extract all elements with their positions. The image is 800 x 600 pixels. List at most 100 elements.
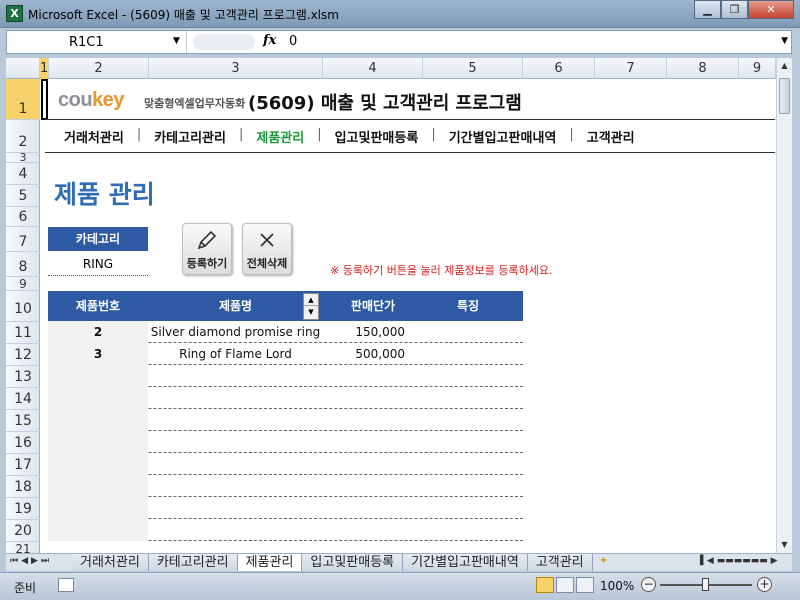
sort-spinner[interactable]: ▲ ▼ [303,293,319,320]
table-row[interactable] [48,453,523,475]
scroll-thumb[interactable] [779,78,790,114]
cell-product-name[interactable] [148,497,323,519]
macro-record-icon[interactable] [58,578,74,592]
formula-input[interactable]: 0 [289,34,297,49]
cell-product-name[interactable]: Silver diamond promise ring [148,321,323,343]
row-header[interactable]: 20 [6,520,40,542]
cell-feature[interactable] [413,453,523,475]
row-header[interactable]: 1 [6,79,40,120]
zoom-out-icon[interactable]: − [641,577,656,592]
table-row[interactable] [48,365,523,387]
column-header[interactable]: 9 [739,58,776,79]
chevron-down-icon[interactable]: ▼ [173,36,180,46]
row-header[interactable]: 17 [6,454,40,476]
select-all-corner[interactable] [6,58,40,79]
table-row[interactable]: 3 Ring of Flame Lord 500,000 [48,343,523,365]
page-layout-view-icon[interactable] [556,577,574,593]
scroll-up-icon[interactable]: ▲ [777,58,792,74]
cell-feature[interactable] [413,431,523,453]
sheet-tab-categories[interactable]: 카테고리관리 [148,554,238,571]
row-header[interactable]: 5 [6,185,40,207]
cell-feature[interactable] [413,365,523,387]
scroll-down-icon[interactable]: ▼ [777,537,792,553]
cell-feature[interactable] [413,475,523,497]
cell-product-name[interactable] [148,365,323,387]
active-cell[interactable] [41,79,48,120]
column-header[interactable]: 4 [323,58,423,79]
cell-unit-price[interactable]: 500,000 [323,343,413,365]
table-row[interactable] [48,431,523,453]
row-header[interactable]: 6 [6,207,40,227]
cell-product-no[interactable] [48,453,148,475]
sheet-tab-stock-sales[interactable]: 입고및판매등록 [302,554,404,571]
cell-feature[interactable] [413,321,523,343]
cell-product-no[interactable]: 2 [48,321,148,343]
zoom-slider-thumb[interactable] [702,578,709,591]
cell-feature[interactable] [413,497,523,519]
excel-app-icon[interactable]: X [6,5,23,22]
row-header[interactable]: 11 [6,322,40,344]
row-header[interactable]: 7 [6,227,40,252]
table-row[interactable] [48,497,523,519]
cell-unit-price[interactable] [323,475,413,497]
sheet-tab-customers[interactable]: 고객관리 [527,554,593,571]
table-row[interactable] [48,409,523,431]
row-header[interactable]: 16 [6,432,40,454]
cell-product-no[interactable] [48,365,148,387]
nav-item-stock-sales[interactable]: 입고및판매등록 [335,127,419,146]
table-row[interactable]: 2 Silver diamond promise ring 150,000 [48,321,523,343]
cell-unit-price[interactable]: 150,000 [323,321,413,343]
cell-feature[interactable] [413,519,523,541]
category-field[interactable]: RING [48,252,148,276]
cell-unit-price[interactable] [323,497,413,519]
horizontal-scrollbar[interactable]: ▌◀ ▬▬▬▬▬▬ ▶ [700,556,792,570]
row-header[interactable]: 9 [6,277,40,291]
register-button[interactable]: 등록하기 [182,223,232,275]
vertical-scrollbar[interactable]: ▲ ▼ [776,58,792,553]
row-header[interactable]: 3 [6,152,40,163]
tab-navigation-icons[interactable]: ⏮◀▶⏭ [10,556,52,566]
cell-product-no[interactable] [48,497,148,519]
cell-product-name[interactable]: Ring of Flame Lord [148,343,323,365]
cell-product-name[interactable] [148,409,323,431]
cell-feature[interactable] [413,343,523,365]
table-row[interactable] [48,475,523,497]
restore-icon[interactable]: ❐ [721,0,748,19]
cell-feature[interactable] [413,409,523,431]
delete-all-button[interactable]: 전체삭제 [242,223,292,275]
cell-product-name[interactable] [148,475,323,497]
row-header[interactable]: 14 [6,388,40,410]
row-header[interactable]: 4 [6,163,40,185]
cell-product-no[interactable]: 3 [48,343,148,365]
name-box[interactable]: R1C1 ▼ [7,31,187,53]
nav-item-period-history[interactable]: 기간별입고판매내역 [449,127,557,146]
row-header[interactable]: 10 [6,291,40,322]
cell-product-name[interactable] [148,453,323,475]
cell-product-no[interactable] [48,409,148,431]
spin-down-icon[interactable]: ▼ [304,306,318,318]
column-header[interactable]: 2 [49,58,149,79]
row-header[interactable]: 2 [6,120,40,153]
normal-view-icon[interactable] [536,577,554,593]
close-icon[interactable]: ✕ [748,0,794,19]
column-header[interactable]: 3 [149,58,323,79]
cell-product-name[interactable] [148,387,323,409]
cell-unit-price[interactable] [323,519,413,541]
spin-up-icon[interactable]: ▲ [304,294,318,306]
insert-sheet-icon[interactable]: ✦ [593,554,615,571]
cell-product-no[interactable] [48,475,148,497]
row-header[interactable]: 12 [6,344,40,366]
sheet-tab-vendors[interactable]: 거래처관리 [72,554,149,571]
cell-product-name[interactable] [148,519,323,541]
expand-formula-icon[interactable]: ▼ [781,36,788,46]
page-break-view-icon[interactable] [576,577,594,593]
cell-product-no[interactable] [48,387,148,409]
cell-unit-price[interactable] [323,387,413,409]
nav-item-customers[interactable]: 고객관리 [587,127,635,146]
row-header[interactable]: 15 [6,410,40,432]
column-header[interactable]: 8 [667,58,739,79]
cell-unit-price[interactable] [323,431,413,453]
column-header[interactable]: 1 [40,58,49,79]
column-header[interactable]: 7 [595,58,667,79]
nav-item-vendors[interactable]: 거래처관리 [64,127,124,146]
